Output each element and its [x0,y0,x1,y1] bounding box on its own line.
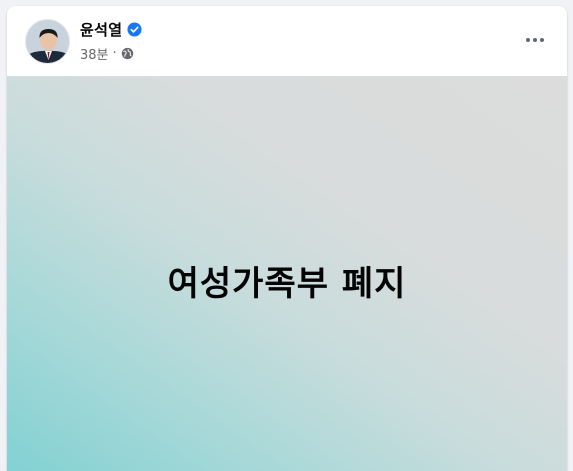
globe-icon[interactable] [121,47,134,60]
post-text-background[interactable]: 여성가족부 폐지 [7,76,567,471]
author-name[interactable]: 윤석열 [80,19,122,40]
post-card: 윤석열 38분 · 여성가족부 폐지 [7,6,567,471]
post-subline: 38분 · [80,44,142,63]
more-options-icon [526,38,530,42]
post-timestamp[interactable]: 38분 [80,44,109,63]
author-row: 윤석열 [80,19,142,40]
more-options-icon-dot [533,38,537,42]
verified-badge-icon [127,22,142,37]
post-meta: 윤석열 38분 · [80,19,142,63]
avatar[interactable] [25,18,70,64]
post-header: 윤석열 38분 · [7,6,567,76]
more-options-icon-dot [540,38,544,42]
separator-dot: · [112,46,117,61]
more-options-button[interactable] [517,22,553,58]
post-content-text: 여성가족부 폐지 [167,263,407,304]
